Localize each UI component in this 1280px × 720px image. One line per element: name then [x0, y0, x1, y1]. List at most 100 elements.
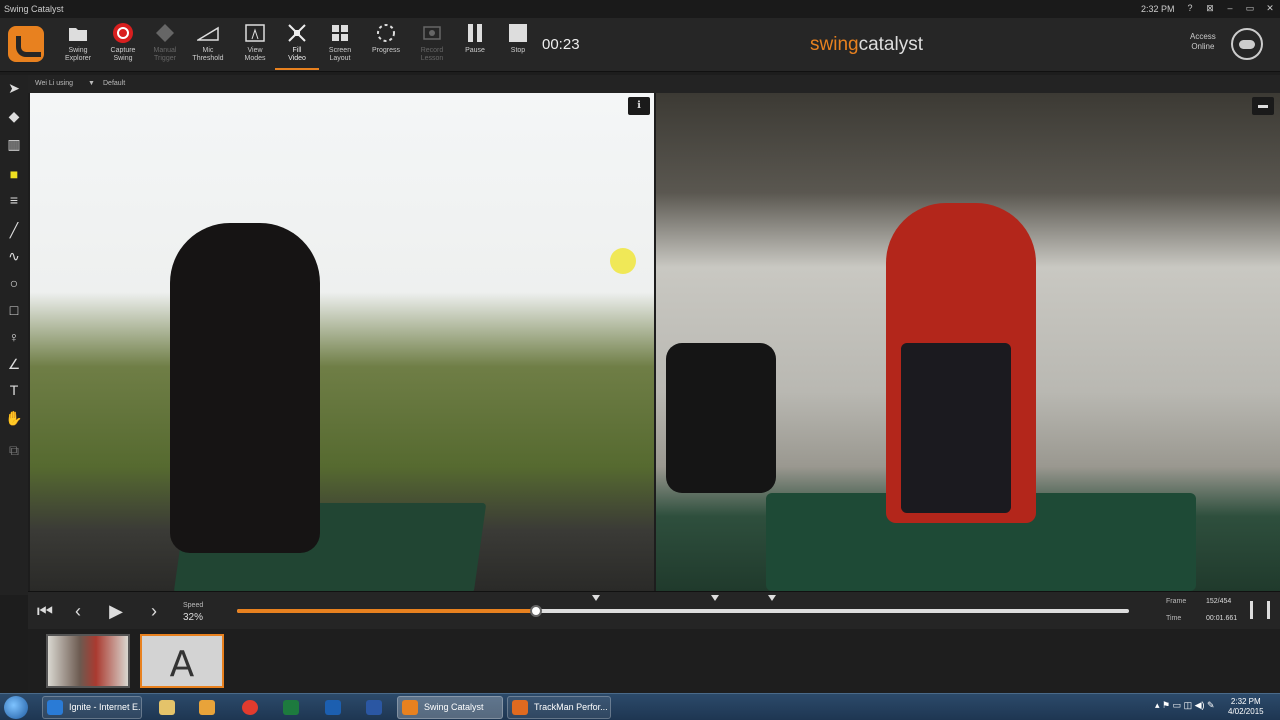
hand-tool-icon[interactable]: ✋ [5, 409, 23, 427]
text-tool-icon[interactable]: T [5, 381, 23, 399]
media-player-icon [199, 700, 215, 715]
time-value: 00:01.661 [1206, 615, 1238, 622]
drawing-toolbar: ➤ ◆ ▥ ■ ≡ ╱ ∿ ○ □ ♀ ∠ T ✋ ⧉ [0, 75, 28, 595]
timeline-scrubber[interactable] [237, 595, 1129, 617]
cloud-icon[interactable] [1231, 28, 1263, 60]
chevron-down-icon[interactable]: ▼ [88, 80, 95, 87]
color-picker-icon[interactable]: ■ [5, 165, 23, 183]
access-online-status: Access Online [1190, 32, 1216, 51]
brand-logo: swingcatalyst [810, 34, 923, 56]
window-titlebar: Swing Catalyst 2:32 PM ? ⊠ – ▭ ✕ [0, 0, 1280, 18]
play-icon[interactable]: ▶ [105, 600, 127, 622]
rectangle-tool-icon[interactable]: □ [5, 301, 23, 319]
app-logo [8, 26, 44, 62]
speed-control[interactable]: Speed 32% [183, 600, 203, 624]
close-button[interactable]: ✕ [1263, 3, 1277, 15]
speed-label: Speed [183, 602, 204, 609]
taskbar-item-trackman[interactable]: TrackMan Perfor... [507, 696, 611, 719]
capture-swing-button[interactable]: Capture Swing [101, 22, 145, 70]
help-button[interactable]: ? [1183, 3, 1197, 15]
video-pane-face-on[interactable]: ℹ [30, 93, 654, 591]
timeline-marker[interactable] [711, 595, 720, 601]
pinned-explorer[interactable] [148, 696, 186, 719]
time-readout: Time 00:01.661 [1166, 615, 1237, 622]
view-modes-button[interactable]: View Modes [233, 22, 277, 70]
step-forward-icon[interactable]: › [143, 600, 165, 622]
video-pane-down-the-line[interactable]: ▬ [656, 93, 1280, 591]
pinned-outlook[interactable] [314, 696, 352, 719]
pinned-media-player[interactable] [188, 696, 226, 719]
start-button-icon[interactable] [4, 696, 28, 719]
player-name[interactable]: Wei Li using [35, 80, 73, 87]
capture-swing-label: Capture Swing [110, 47, 136, 62]
pinned-chrome[interactable] [231, 696, 269, 719]
frame-value: 152/454 [1206, 598, 1232, 605]
pause-label: Pause [465, 47, 485, 54]
golf-bag [666, 343, 776, 493]
maximize-button[interactable]: ▭ [1243, 3, 1257, 15]
pinned-excel[interactable] [272, 696, 310, 719]
mic-threshold-icon [197, 26, 219, 41]
golfer-silhouette [170, 223, 320, 553]
folder-icon [69, 28, 87, 41]
record-lesson-button[interactable]: Record Lesson [410, 22, 454, 70]
playback-controls: ⏮ ‹ ▶ › Speed 32% Frame 152/454 Time 00:… [28, 591, 1280, 629]
view-modes-icon [245, 24, 265, 42]
circle-tool-icon[interactable]: ○ [5, 274, 23, 292]
compare-tool-icon[interactable]: ⧉ [5, 441, 23, 459]
system-time: 2:32 PM [1230, 697, 1261, 706]
body-tool-icon[interactable]: ♀ [5, 328, 23, 346]
taskbar-item-label: TrackMan Perfor... [534, 702, 608, 712]
library-icon[interactable] [1250, 601, 1270, 619]
screen-layout-icon [332, 25, 348, 41]
pane-menu-icon[interactable]: ▬ [1252, 97, 1274, 115]
taskbar-item-label: Swing Catalyst [424, 702, 484, 712]
golfer-legs [901, 343, 1011, 513]
screen-layout-button[interactable]: Screen Layout [318, 22, 362, 70]
chrome-icon [242, 700, 258, 715]
camera-info-icon[interactable]: ℹ [628, 97, 650, 115]
fill-video-button[interactable]: Fill Video [275, 22, 319, 70]
brand-text-swing: swing [810, 34, 859, 55]
line-tool-icon[interactable]: ╱ [5, 221, 23, 239]
skip-to-start-icon[interactable]: ⏮ [34, 600, 56, 622]
manual-trigger-button[interactable]: Manual Trigger [143, 22, 187, 70]
swing-explorer-button[interactable]: Swing Explorer [56, 22, 100, 70]
timeline-marker[interactable] [591, 595, 600, 601]
minimize-button[interactable]: – [1223, 3, 1237, 15]
profile-name[interactable]: Default [103, 80, 125, 87]
swing-thumbnail[interactable] [46, 634, 130, 688]
excel-icon [283, 700, 299, 715]
timeline-handle[interactable] [529, 605, 542, 617]
settings-button[interactable]: ⊠ [1203, 3, 1217, 15]
stop-button[interactable]: Stop [496, 22, 540, 70]
window-title: Swing Catalyst [4, 4, 64, 14]
mic-threshold-button[interactable]: Mic Threshold [186, 22, 230, 70]
timeline-marker[interactable] [768, 595, 777, 601]
progress-button[interactable]: Progress [364, 22, 408, 70]
pause-button[interactable]: Pause [453, 22, 497, 70]
internet-explorer-icon [47, 700, 63, 715]
trackman-icon [512, 700, 528, 715]
pinned-word[interactable] [355, 696, 393, 719]
record-lesson-icon [423, 26, 441, 40]
folder-icon [159, 700, 175, 715]
system-date: 4/02/2015 [1228, 707, 1264, 716]
step-back-icon[interactable]: ‹ [67, 600, 89, 622]
capture-icon [113, 23, 133, 43]
system-clock[interactable]: 2:32 PM 4/02/2015 [1228, 697, 1264, 717]
angle-tool-icon[interactable]: ∠ [5, 355, 23, 373]
line-width-icon[interactable]: ≡ [5, 191, 23, 209]
swing-thumbnail-selected[interactable]: A [140, 634, 224, 688]
system-tray[interactable]: ▴ ⚑ ▭ ◫ ◀) ✎ [1155, 700, 1215, 711]
pointer-icon[interactable]: ➤ [5, 79, 23, 97]
recording-timer: 00:23 [542, 36, 580, 53]
pause-icon [468, 24, 482, 42]
screen-layout-label: Screen Layout [328, 47, 352, 62]
frame-readout: Frame 152/454 [1166, 598, 1231, 605]
trash-icon[interactable]: ▥ [5, 135, 23, 153]
eraser-icon[interactable]: ◆ [5, 107, 23, 125]
taskbar-item-ie[interactable]: Ignite - Internet E... [42, 696, 142, 719]
taskbar-item-swing-catalyst[interactable]: Swing Catalyst [397, 696, 503, 719]
freehand-icon[interactable]: ∿ [5, 247, 23, 265]
